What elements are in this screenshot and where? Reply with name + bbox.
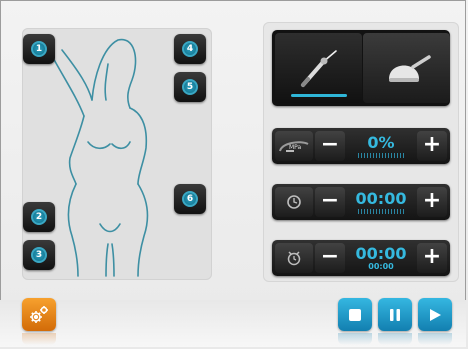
zone-label-2: 2 (31, 209, 47, 225)
duration-scale (358, 209, 404, 214)
play-button-reflection (418, 333, 452, 345)
needle-handpiece-icon (300, 50, 337, 87)
zone-button-2[interactable]: 2 (23, 202, 55, 232)
zone-button-1[interactable]: 1 (23, 34, 55, 64)
duration-increase-button[interactable]: + (417, 187, 447, 217)
zone-label-6: 6 (182, 191, 198, 207)
timer-control: − 00:00 00:00 + (272, 240, 450, 276)
mpa-gauge-icon: MPa (275, 131, 313, 161)
timer-value: 00:00 (355, 244, 407, 263)
play-button[interactable] (418, 298, 452, 331)
svg-text:MPa: MPa (289, 144, 302, 151)
duration-display: 00:00 (347, 186, 415, 218)
duration-decrease-button[interactable]: − (315, 187, 345, 217)
active-indicator-bar (291, 94, 347, 97)
clock-icon (275, 187, 313, 217)
zone-button-3[interactable]: 3 (23, 240, 55, 270)
stop-icon (349, 308, 361, 321)
body-zone-panel: 1 4 5 6 2 3 (22, 28, 212, 280)
settings-button-reflection (22, 333, 56, 345)
play-icon (430, 308, 441, 321)
dome-handpiece-button[interactable] (363, 33, 450, 103)
control-panel: MPa − 0% + − 00:00 + − 00:00 00:00 + (263, 22, 459, 282)
stop-button[interactable] (338, 298, 372, 331)
alarm-clock-icon (275, 243, 313, 273)
settings-button[interactable] (22, 298, 56, 331)
intensity-value: 0% (367, 133, 395, 152)
zone-button-6[interactable]: 6 (174, 184, 206, 214)
zone-label-4: 4 (182, 41, 198, 57)
stop-button-reflection (338, 333, 372, 345)
timer-display: 00:00 00:00 (347, 242, 415, 274)
needle-handpiece-button[interactable] (275, 33, 362, 103)
dome-handpiece-icon (388, 55, 431, 82)
pause-icon (390, 308, 400, 321)
intensity-increase-button[interactable]: + (417, 131, 447, 161)
intensity-control: MPa − 0% + (272, 128, 450, 164)
timer-sub-value: 00:00 (368, 262, 394, 271)
timer-increase-button[interactable]: + (417, 243, 447, 273)
zone-label-1: 1 (31, 41, 47, 57)
pause-button-reflection (378, 333, 412, 345)
zone-label-3: 3 (31, 247, 47, 263)
duration-control: − 00:00 + (272, 184, 450, 220)
pause-button[interactable] (378, 298, 412, 331)
intensity-decrease-button[interactable]: − (315, 131, 345, 161)
zone-button-4[interactable]: 4 (174, 34, 206, 64)
gears-icon (30, 305, 48, 323)
timer-decrease-button[interactable]: − (315, 243, 345, 273)
intensity-display: 0% (347, 130, 415, 162)
handpiece-selector (272, 30, 450, 106)
duration-value: 00:00 (355, 189, 407, 208)
zone-button-5[interactable]: 5 (174, 72, 206, 102)
zone-label-5: 5 (182, 79, 198, 95)
intensity-scale (358, 153, 404, 158)
